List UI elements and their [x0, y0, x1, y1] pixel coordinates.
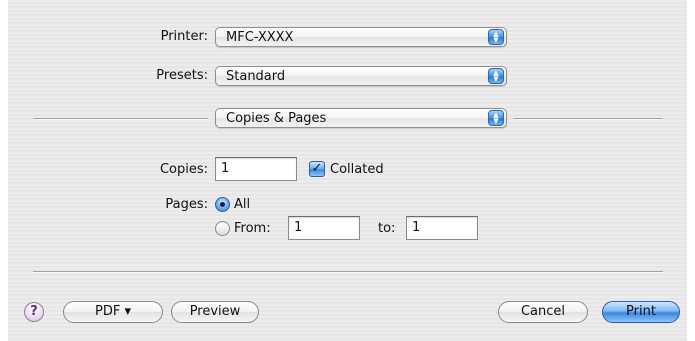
printer-popup[interactable]: MFC-XXXX ▲ ▼ [215, 27, 507, 47]
up-down-arrows-icon: ▲ ▼ [488, 110, 504, 126]
pages-all-label: All [234, 197, 251, 212]
copies-field[interactable]: 1 [215, 157, 297, 181]
bottom-separator [33, 271, 663, 273]
presets-label: Presets: [156, 68, 208, 83]
up-down-arrows-icon: ▲ ▼ [488, 68, 504, 84]
preview-button[interactable]: Preview [171, 301, 259, 323]
presets-popup[interactable]: Standard ▲ ▼ [215, 66, 507, 86]
pages-to-field[interactable]: 1 [406, 216, 478, 240]
pages-from-radio[interactable] [215, 221, 230, 236]
separator-right [513, 118, 663, 120]
collated-checkbox[interactable]: ✓ [309, 161, 325, 177]
separator-left [33, 118, 208, 120]
help-button[interactable]: ? [24, 302, 44, 322]
cancel-button[interactable]: Cancel [498, 301, 588, 323]
panel-popup-value: Copies & Pages [226, 111, 327, 126]
presets-popup-value: Standard [226, 69, 286, 84]
printer-label: Printer: [160, 29, 208, 44]
pages-to-label: to: [378, 221, 396, 236]
pages-all-radio[interactable] [215, 197, 230, 212]
pages-from-label: From: [234, 221, 271, 236]
print-button[interactable]: Print [602, 301, 680, 323]
printer-popup-value: MFC-XXXX [226, 30, 294, 45]
panel-popup[interactable]: Copies & Pages ▲ ▼ [215, 108, 507, 128]
print-dialog: Printer: MFC-XXXX ▲ ▼ Presets: Standard ▲… [8, 0, 687, 341]
collated-label: Collated [330, 162, 384, 177]
pdf-button[interactable]: PDF ▾ [63, 301, 163, 323]
checkmark-icon: ✓ [311, 161, 323, 176]
pages-label: Pages: [165, 197, 208, 212]
question-mark-icon: ? [30, 304, 38, 319]
copies-label: Copies: [159, 162, 208, 177]
up-down-arrows-icon: ▲ ▼ [488, 29, 504, 45]
pages-from-field[interactable]: 1 [288, 216, 360, 240]
